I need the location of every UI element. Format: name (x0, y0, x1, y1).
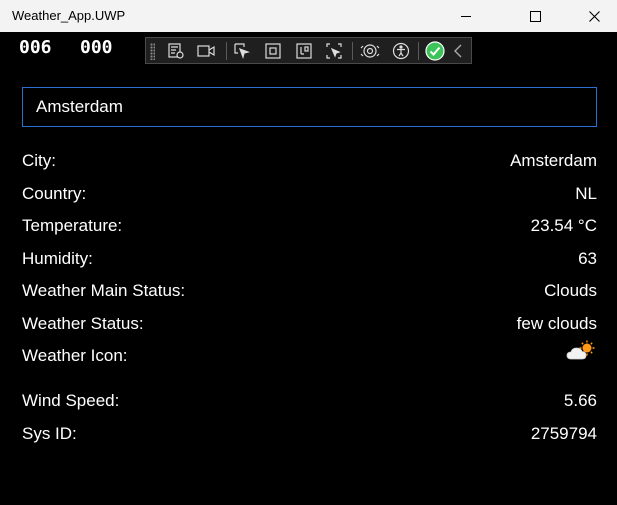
debug-toolbar (145, 37, 472, 64)
collapse-chevron-icon[interactable] (451, 41, 465, 61)
row-value: 23.54 °C (530, 216, 597, 235)
toolbar-separator (418, 42, 419, 60)
close-button[interactable] (571, 0, 617, 32)
toolbar-separator (352, 42, 353, 60)
row-value: NL (575, 184, 597, 203)
frame-counter-app: 000 (80, 37, 113, 58)
info-row-weather-icon: Weather Icon: (22, 340, 597, 368)
row-value: 2759794 (530, 424, 597, 443)
toolbar-separator (226, 42, 227, 60)
city-search-input[interactable] (22, 87, 597, 127)
app-title: Weather_App.UWP (12, 8, 126, 23)
row-label: Wind Speed: (22, 391, 120, 410)
info-row-temperature: Temperature: 23.54 °C (22, 216, 597, 238)
row-label: Weather Icon: (22, 346, 128, 365)
check-status-icon[interactable] (425, 41, 445, 61)
row-value: 63 (578, 249, 597, 268)
toolbar-grip-handle[interactable] (150, 43, 155, 60)
show-binding-failures-icon[interactable] (324, 41, 344, 61)
info-row-wind-speed: Wind Speed: 5.66 (22, 391, 597, 413)
close-icon (588, 10, 600, 22)
accessibility-icon[interactable] (391, 41, 411, 61)
info-row-sys-id: Sys ID: 2759794 (22, 424, 597, 446)
track-focus-icon[interactable] (294, 41, 314, 61)
minimize-icon (461, 15, 471, 17)
row-value: Clouds (544, 281, 597, 300)
row-value: Amsterdam (510, 151, 597, 170)
few-clouds-day-icon (566, 340, 595, 360)
row-label: Country: (22, 184, 87, 203)
row-label: City: (22, 151, 56, 170)
maximize-button[interactable] (512, 0, 558, 32)
row-label: Weather Main Status: (22, 281, 186, 300)
select-element-icon[interactable] (232, 41, 252, 61)
row-label: Sys ID: (22, 424, 77, 443)
info-row-weather-status: Weather Status: few clouds (22, 314, 597, 336)
title-bar: Weather_App.UWP (0, 0, 617, 32)
row-label: Temperature: (22, 216, 123, 235)
maximize-icon (529, 10, 541, 22)
row-value: few clouds (516, 314, 597, 333)
live-visual-tree-icon[interactable] (166, 41, 186, 61)
info-row-city: City: Amsterdam (22, 151, 597, 173)
frame-counter-ui: 006 (19, 37, 52, 58)
row-label: Weather Status: (22, 314, 144, 333)
display-layout-adorners-icon[interactable] (263, 41, 283, 61)
row-value: 5.66 (563, 391, 597, 410)
info-row-weather-main-status: Weather Main Status: Clouds (22, 281, 597, 303)
info-row-country: Country: NL (22, 184, 597, 206)
row-label: Humidity: (22, 249, 93, 268)
hot-reload-icon[interactable] (360, 41, 380, 61)
info-row-humidity: Humidity: 63 (22, 249, 597, 271)
video-camera-icon[interactable] (196, 41, 216, 61)
minimize-button[interactable] (443, 0, 489, 32)
